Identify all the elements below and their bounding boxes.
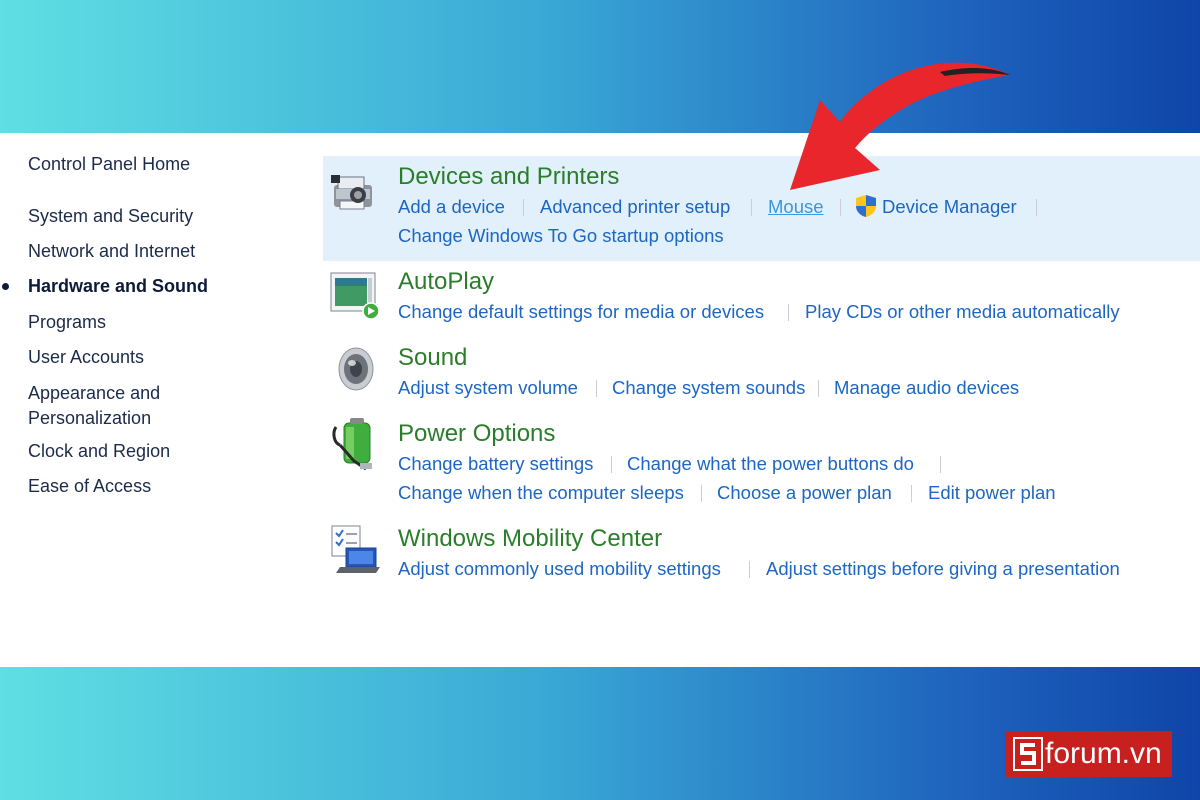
autoplay-icon (330, 272, 380, 320)
divider (749, 561, 750, 578)
category-mobility-center[interactable]: Windows Mobility Center (398, 524, 662, 554)
sforum-s-logo-icon (1013, 737, 1043, 771)
link-manage-audio[interactable]: Manage audio devices (834, 376, 1019, 400)
laptop-checklist-icon (331, 525, 380, 573)
active-bullet (2, 283, 9, 290)
speaker-icon (338, 347, 374, 391)
battery-icon (332, 418, 372, 471)
sforum-logo: forum.vn (1005, 731, 1172, 777)
link-play-cds[interactable]: Play CDs or other media automatically (805, 300, 1120, 324)
watermark-text: forum.vn (1045, 737, 1162, 770)
link-computer-sleeps[interactable]: Change when the computer sleeps (398, 481, 684, 505)
link-power-buttons[interactable]: Change what the power buttons do (627, 452, 914, 476)
sidebar-item-user-accounts[interactable]: User Accounts (28, 345, 144, 370)
divider (596, 380, 597, 397)
sidebar-item-programs[interactable]: Programs (28, 310, 106, 335)
link-mobility-settings[interactable]: Adjust commonly used mobility settings (398, 557, 721, 581)
link-edit-power-plan[interactable]: Edit power plan (928, 481, 1056, 505)
category-devices-printers[interactable]: Devices and Printers (398, 162, 619, 192)
divider (523, 199, 524, 216)
link-battery-settings[interactable]: Change battery settings (398, 452, 593, 476)
divider (818, 380, 819, 397)
sidebar-item-appearance[interactable]: Appearance and (28, 381, 160, 406)
divider (1036, 199, 1037, 216)
sidebar-item-hardware-sound[interactable]: Hardware and Sound (28, 274, 208, 299)
red-arrow-annotation (790, 62, 1010, 190)
link-adjust-volume[interactable]: Adjust system volume (398, 376, 578, 400)
divider (840, 199, 841, 216)
sidebar-item-system-security[interactable]: System and Security (28, 204, 193, 229)
category-power-options[interactable]: Power Options (398, 419, 555, 449)
devices-printers-icon (331, 175, 372, 210)
link-presentation-settings[interactable]: Adjust settings before giving a presenta… (766, 557, 1120, 581)
link-choose-power-plan[interactable]: Choose a power plan (717, 481, 892, 505)
divider (751, 199, 752, 216)
category-sound[interactable]: Sound (398, 343, 467, 373)
link-add-device[interactable]: Add a device (398, 195, 505, 219)
category-autoplay[interactable]: AutoPlay (398, 267, 494, 297)
divider (940, 456, 941, 473)
divider (701, 485, 702, 502)
link-change-sounds[interactable]: Change system sounds (612, 376, 805, 400)
divider (911, 485, 912, 502)
link-windows-to-go[interactable]: Change Windows To Go startup options (398, 224, 724, 248)
sidebar-item-control-panel-home[interactable]: Control Panel Home (28, 152, 190, 177)
divider (788, 304, 789, 321)
sidebar-item-personalization[interactable]: Personalization (28, 406, 151, 431)
sidebar-item-clock-region[interactable]: Clock and Region (28, 439, 170, 464)
divider (611, 456, 612, 473)
sidebar: Control Panel Home System and Security N… (0, 133, 300, 667)
sidebar-item-ease-of-access[interactable]: Ease of Access (28, 474, 151, 499)
sidebar-item-network-internet[interactable]: Network and Internet (28, 239, 195, 264)
link-advanced-printer-setup[interactable]: Advanced printer setup (540, 195, 730, 219)
link-change-default-media[interactable]: Change default settings for media or dev… (398, 300, 764, 324)
control-panel-window: Control Panel Home System and Security N… (0, 133, 1200, 667)
